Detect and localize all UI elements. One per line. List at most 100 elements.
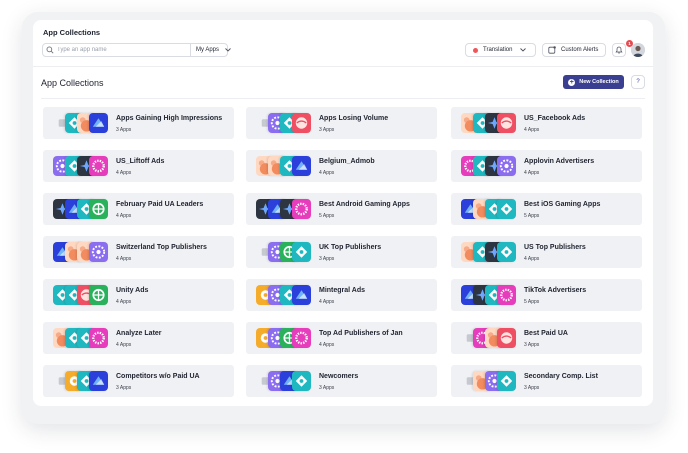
app-icon xyxy=(497,328,516,348)
collection-card[interactable]: Newcomers 3 Apps xyxy=(246,365,437,397)
collection-card[interactable]: Analyze Later 4 Apps xyxy=(43,322,234,354)
search-input[interactable] xyxy=(57,47,179,53)
new-collection-label: New Collection xyxy=(579,79,619,85)
app-icons-stack xyxy=(53,371,113,391)
collection-card[interactable]: UK Top Publishers 3 Apps xyxy=(246,236,437,268)
app-icon xyxy=(292,371,311,391)
collection-app-count: 3 Apps xyxy=(116,385,132,391)
app-icon xyxy=(89,371,108,391)
collection-app-count: 4 Apps xyxy=(319,299,335,305)
collection-card[interactable]: February Paid UA Leaders 4 Apps xyxy=(43,193,234,225)
app-icons-stack xyxy=(53,285,113,305)
collection-name: US Top Publishers xyxy=(524,244,586,251)
collection-app-count: 3 Apps xyxy=(116,127,132,133)
app-icons-stack xyxy=(256,242,316,262)
app-icon xyxy=(497,242,516,262)
avatar[interactable] xyxy=(631,43,645,57)
page-title: App Collections xyxy=(41,78,104,88)
chevron-down-icon xyxy=(520,48,527,52)
collection-name: Apps Gaining High Impressions xyxy=(116,115,223,122)
collection-card[interactable]: Applovin Advertisers 4 Apps xyxy=(451,150,642,182)
collection-app-count: 5 Apps xyxy=(524,213,540,219)
app-icons-stack xyxy=(256,285,316,305)
app-icons-stack xyxy=(461,285,521,305)
collection-name: UK Top Publishers xyxy=(319,244,382,251)
collection-app-count: 3 Apps xyxy=(319,256,335,262)
collection-card[interactable]: Best Paid UA 3 Apps xyxy=(451,322,642,354)
collection-card[interactable]: Competitors w/o Paid UA 3 Apps xyxy=(43,365,234,397)
plus-icon: + xyxy=(568,78,576,86)
collection-card[interactable]: TikTok Advertisers 5 Apps xyxy=(451,279,642,311)
collection-name: US_Liftoff Ads xyxy=(116,158,165,165)
collection-card[interactable]: Top Ad Publishers of Jan 4 Apps xyxy=(246,322,437,354)
custom-alerts-button[interactable]: Custom Alerts xyxy=(542,43,606,57)
app-icons-stack xyxy=(461,371,521,391)
collection-card[interactable]: Mintegral Ads 4 Apps xyxy=(246,279,437,311)
collection-app-count: 5 Apps xyxy=(524,299,540,305)
alert-box-icon xyxy=(548,46,556,54)
collection-card[interactable]: Secondary Comp. List 3 Apps xyxy=(451,365,642,397)
app-icon xyxy=(292,199,311,219)
collection-name: Apps Losing Volume xyxy=(319,115,389,122)
collection-card[interactable]: Best iOS Gaming Apps 5 Apps xyxy=(451,193,642,225)
app-icon xyxy=(89,328,108,348)
collection-card[interactable]: Unity Ads 4 Apps xyxy=(43,279,234,311)
app-icon xyxy=(292,285,311,305)
collection-name: Belgium_Admob xyxy=(319,158,375,165)
search-box[interactable]: My Apps xyxy=(42,43,231,57)
chevron-down-icon xyxy=(225,48,231,52)
collection-card[interactable]: Apps Losing Volume 3 Apps xyxy=(246,107,437,139)
status-dot-icon xyxy=(473,47,478,53)
collection-name: Competitors w/o Paid UA xyxy=(116,373,200,380)
collection-card[interactable]: Best Android Gaming Apps 5 Apps xyxy=(246,193,437,225)
app-icons-stack xyxy=(461,328,521,348)
collections-grid: Apps Gaining High Impressions 3 Apps Apps … xyxy=(33,107,653,406)
collection-app-count: 4 Apps xyxy=(116,342,132,348)
app-icons-stack xyxy=(461,199,521,219)
app-icons-stack xyxy=(53,328,113,348)
collection-app-count: 4 Apps xyxy=(116,299,132,305)
collection-name: Secondary Comp. List xyxy=(524,373,598,380)
bell-icon xyxy=(615,46,623,54)
collection-name: Best iOS Gaming Apps xyxy=(524,201,601,208)
app-icon xyxy=(89,199,108,219)
custom-alerts-label: Custom Alerts xyxy=(561,47,599,53)
translation-dropdown[interactable]: Translation xyxy=(465,43,536,57)
collection-app-count: 4 Apps xyxy=(524,170,540,176)
top-bar: App Collections My Apps Translation Cust… xyxy=(33,20,653,67)
collection-card[interactable]: Switzerland Top Publishers 4 Apps xyxy=(43,236,234,268)
app-icons-stack xyxy=(256,113,316,133)
collection-name: February Paid UA Leaders xyxy=(116,201,204,208)
collection-name: Applovin Advertisers xyxy=(524,158,595,165)
collection-card[interactable]: US_Liftoff Ads 4 Apps xyxy=(43,150,234,182)
app-icon xyxy=(292,242,311,262)
app-icons-stack xyxy=(256,156,316,176)
collection-card[interactable]: Belgium_Admob 4 Apps xyxy=(246,150,437,182)
app-icon xyxy=(497,113,516,133)
collection-app-count: 4 Apps xyxy=(524,127,540,133)
app-icons-stack xyxy=(53,113,113,133)
app-icons-stack xyxy=(461,113,521,133)
collection-name: Best Paid UA xyxy=(524,330,568,337)
app-icons-stack xyxy=(461,242,521,262)
translation-label: Translation xyxy=(483,47,513,53)
app-title: App Collections xyxy=(43,28,101,37)
collection-app-count: 3 Apps xyxy=(319,127,335,133)
app-icons-stack xyxy=(53,156,113,176)
app-icon xyxy=(497,199,516,219)
notifications-button[interactable] xyxy=(612,43,626,57)
app-icons-stack xyxy=(53,242,113,262)
help-button[interactable]: ? xyxy=(631,75,645,89)
collection-app-count: 3 Apps xyxy=(524,385,540,391)
app-icon xyxy=(89,156,108,176)
collection-app-count: 4 Apps xyxy=(319,170,335,176)
collection-card[interactable]: Apps Gaining High Impressions 3 Apps xyxy=(43,107,234,139)
app-icon xyxy=(497,156,516,176)
collection-card[interactable]: US Top Publishers 4 Apps xyxy=(451,236,642,268)
app-filter-dropdown[interactable]: My Apps xyxy=(190,44,236,56)
collection-card[interactable]: US_Facebook Ads 4 Apps xyxy=(451,107,642,139)
app-icon xyxy=(292,113,311,133)
app-icons-stack xyxy=(53,199,113,219)
new-collection-button[interactable]: + New Collection xyxy=(563,75,624,89)
collection-app-count: 4 Apps xyxy=(116,213,132,219)
